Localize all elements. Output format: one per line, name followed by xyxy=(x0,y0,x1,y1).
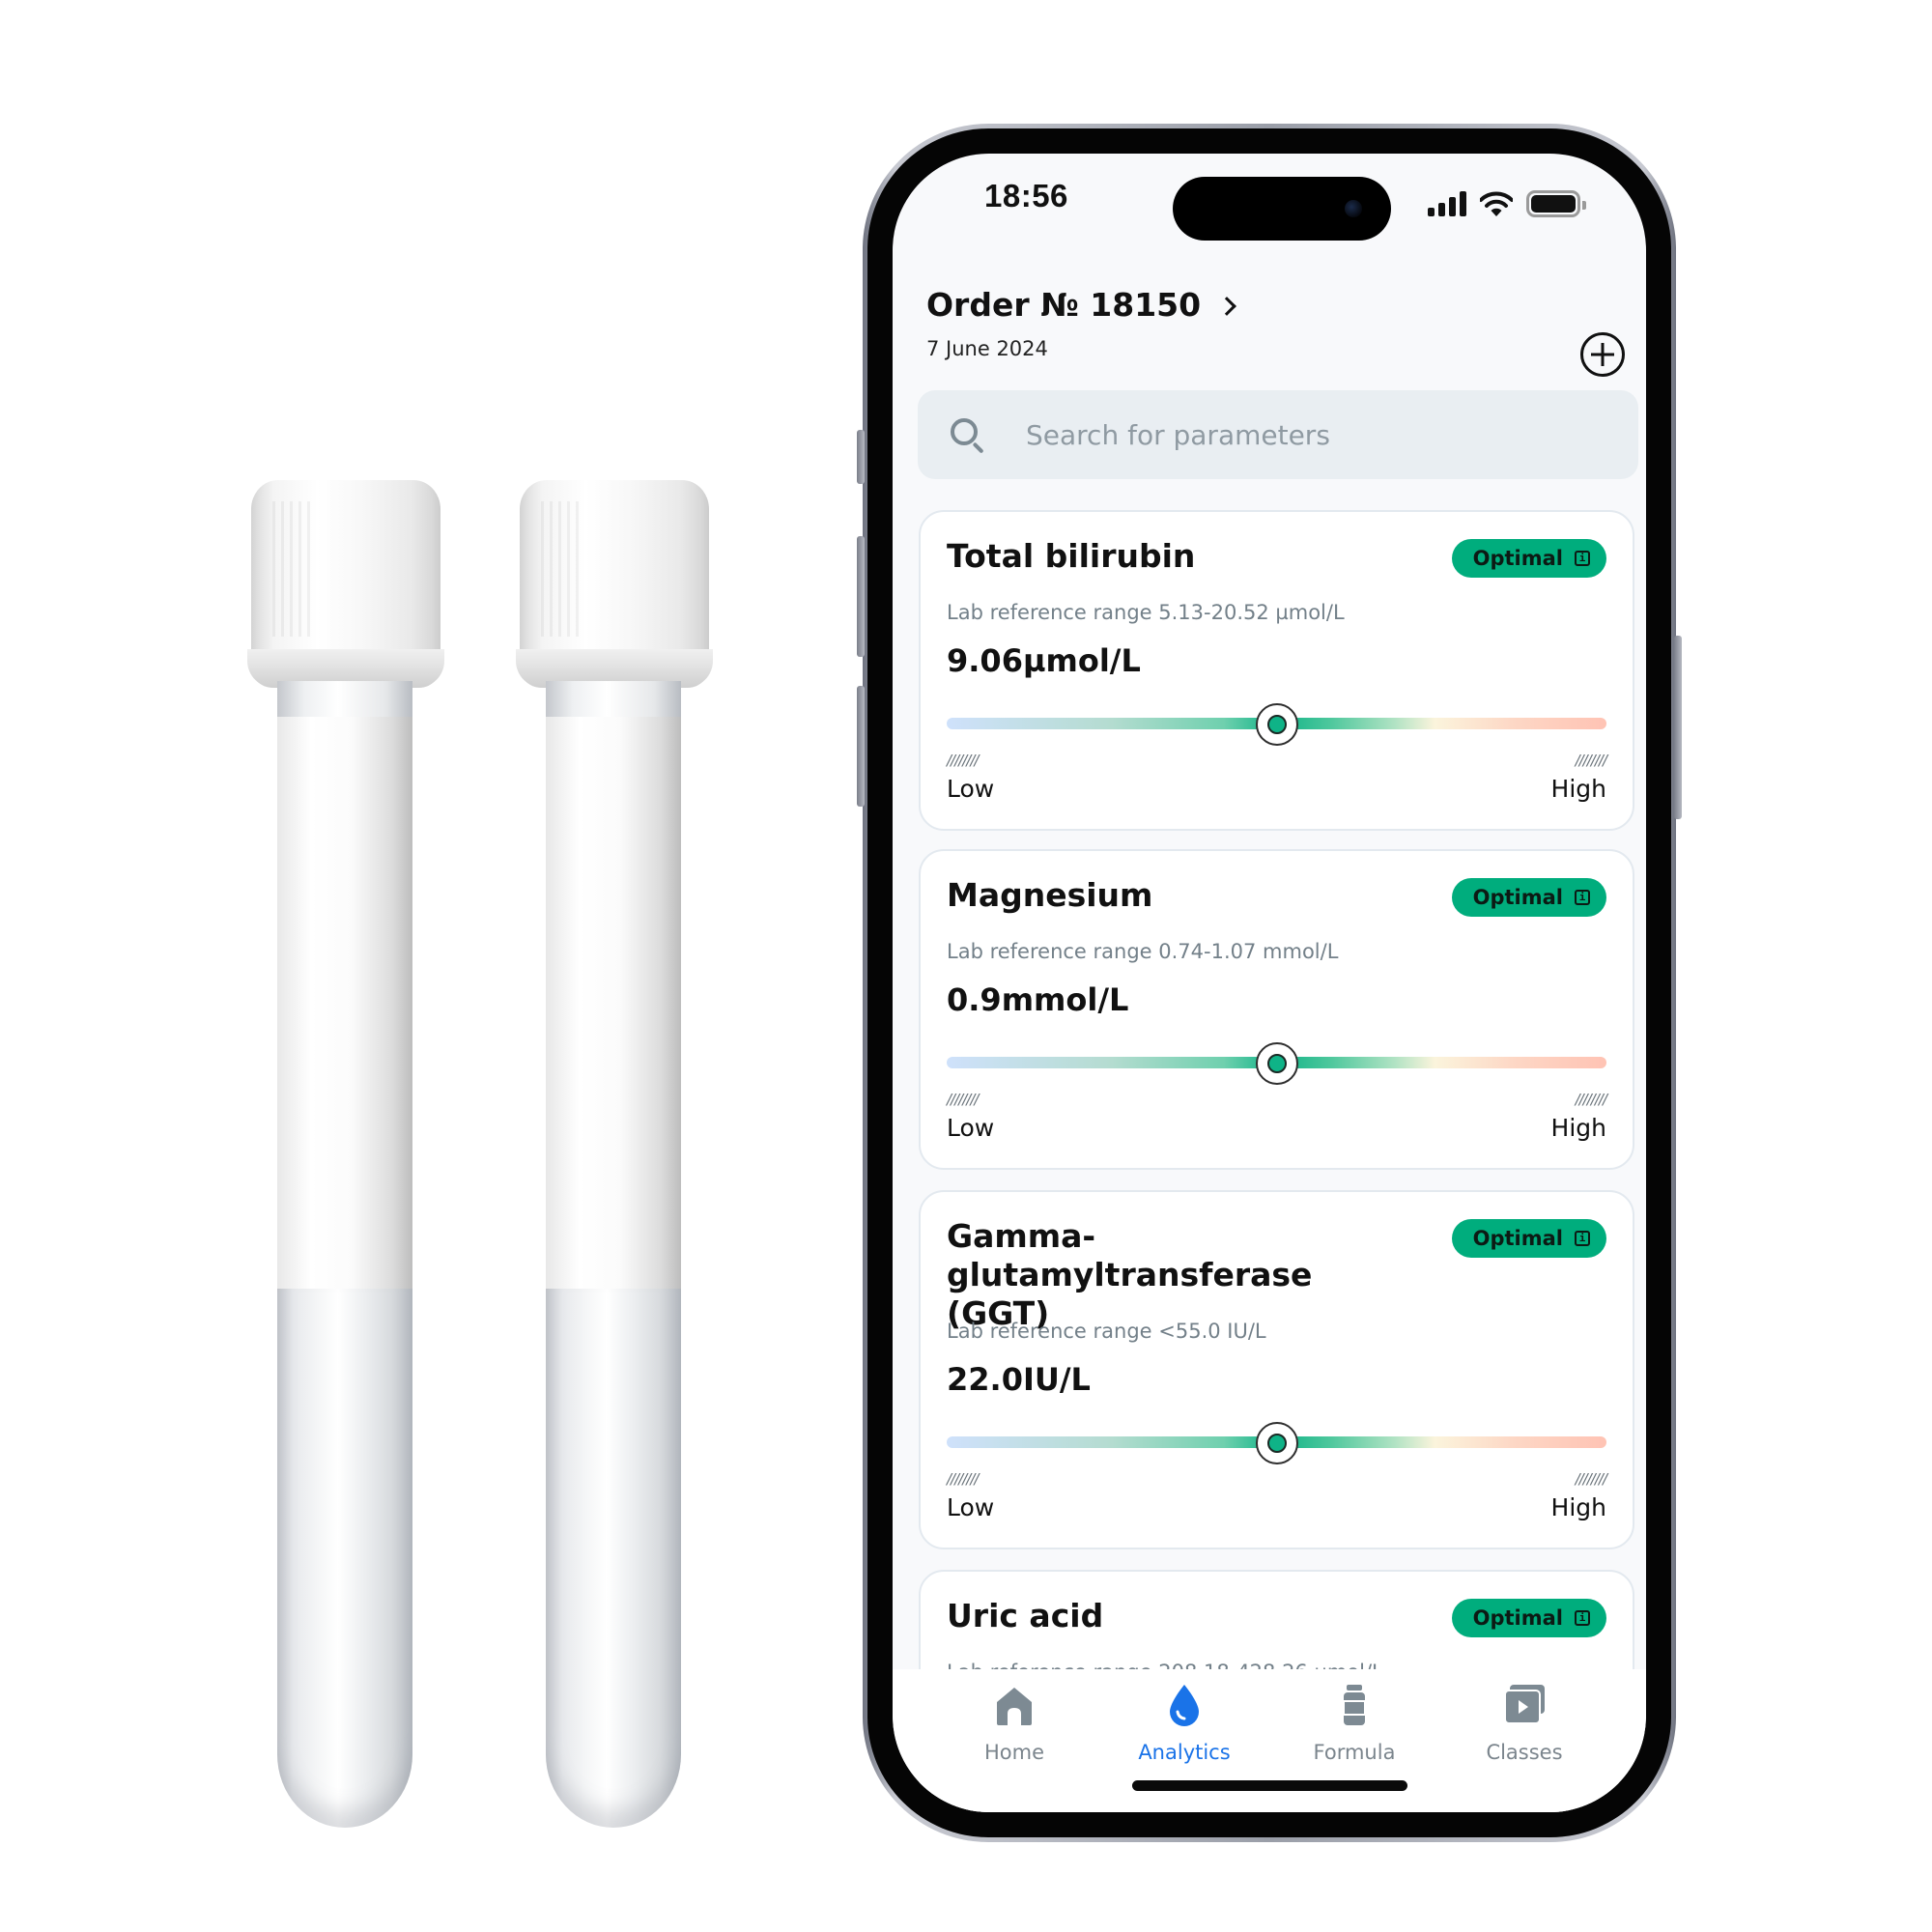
tube-label xyxy=(546,717,681,1289)
wifi-icon xyxy=(1480,191,1513,216)
order-title: Order № 18150 xyxy=(926,286,1202,324)
nav-label: Classes xyxy=(1486,1741,1563,1764)
nav-label: Analytics xyxy=(1138,1741,1231,1764)
nav-label: Formula xyxy=(1313,1741,1396,1764)
high-hatch: //////// xyxy=(1575,1091,1607,1108)
range-thumb[interactable] xyxy=(1255,1422,1298,1464)
tube-label xyxy=(277,717,412,1289)
drop-icon xyxy=(1170,1685,1199,1726)
test-tube-left xyxy=(247,480,444,1833)
action-button xyxy=(857,430,865,484)
status-badge[interactable]: Optimal i xyxy=(1451,1219,1606,1258)
nav-label: Home xyxy=(983,1741,1044,1764)
order-date: 7 June 2024 xyxy=(926,337,1048,360)
low-hatch: //////// xyxy=(947,1470,979,1488)
home-icon xyxy=(997,1688,1032,1725)
high-label: High xyxy=(1550,1114,1606,1142)
nav-item-classes[interactable]: Classes xyxy=(1452,1681,1597,1812)
low-hatch: //////// xyxy=(947,1091,979,1108)
range-thumb[interactable] xyxy=(1255,1042,1298,1085)
range-slider xyxy=(947,1422,1606,1464)
power-button xyxy=(1674,636,1682,819)
nav-item-formula[interactable]: Formula xyxy=(1282,1681,1427,1812)
status-badge[interactable]: Optimal i xyxy=(1451,539,1606,578)
tube-neck xyxy=(277,681,412,720)
status-badge[interactable]: Optimal i xyxy=(1451,878,1606,917)
range-slider xyxy=(947,703,1606,746)
info-icon: i xyxy=(1575,890,1590,905)
search-icon xyxy=(951,418,984,454)
parameter-name: Gamma-glutamyltransferase (GGT) xyxy=(947,1217,1313,1332)
parameter-value: 9.06µmol/L xyxy=(947,642,1141,679)
status-label: Optimal xyxy=(1472,886,1563,909)
search-input[interactable] xyxy=(1026,418,1509,451)
parameter-name: Uric acid xyxy=(947,1597,1104,1634)
parameter-name: Total bilirubin xyxy=(947,537,1196,575)
tube-cap xyxy=(516,480,713,688)
order-title-link[interactable]: Order № 18150 xyxy=(926,286,1236,324)
nav-item-home[interactable]: Home xyxy=(942,1681,1087,1812)
status-label: Optimal xyxy=(1472,547,1563,570)
status-label: Optimal xyxy=(1472,1606,1563,1630)
parameter-value: 0.9mmol/L xyxy=(947,981,1129,1018)
status-icons xyxy=(1428,190,1586,217)
reference-range: Lab reference range <55.0 IU/L xyxy=(947,1320,1266,1343)
tube-neck xyxy=(546,681,681,720)
parameter-card[interactable]: Gamma-glutamyltransferase (GGT) Optimal … xyxy=(919,1190,1634,1549)
info-icon: i xyxy=(1575,1231,1590,1246)
parameter-name: Magnesium xyxy=(947,876,1153,914)
cellular-signal-icon xyxy=(1428,191,1466,216)
reference-range: Lab reference range 0.74-1.07 mmol/L xyxy=(947,940,1339,963)
plus-circle-icon[interactable] xyxy=(1580,332,1625,377)
chevron-right-icon xyxy=(1217,296,1236,316)
low-label: Low xyxy=(947,1493,995,1521)
parameter-card[interactable]: Magnesium Optimal i Lab reference range … xyxy=(919,849,1634,1170)
order-header: Order № 18150 7 June 2024 xyxy=(926,286,1236,360)
phone-frame: 18:56 Order № 18150 7 June 2024 Search f… xyxy=(857,124,1682,1842)
camera-icon xyxy=(1345,200,1362,217)
status-badge[interactable]: Optimal i xyxy=(1451,1599,1606,1637)
tube-glass xyxy=(546,1289,681,1828)
status-time: 18:56 xyxy=(984,178,1068,213)
parameter-value: 22.0IU/L xyxy=(947,1361,1091,1398)
dynamic-island xyxy=(1173,177,1391,241)
search-bar[interactable] xyxy=(918,390,1638,479)
parameter-card[interactable]: Total bilirubin Optimal i Lab reference … xyxy=(919,510,1634,831)
app-screen: 18:56 Order № 18150 7 June 2024 Search f… xyxy=(893,154,1646,1812)
high-hatch: //////// xyxy=(1575,1470,1607,1488)
low-label: Low xyxy=(947,1114,995,1142)
reference-range: Lab reference range 5.13-20.52 µmol/L xyxy=(947,601,1345,624)
volume-up-button xyxy=(857,536,865,657)
bottle-icon xyxy=(1343,1685,1366,1725)
volume-down-button xyxy=(857,686,865,807)
info-icon: i xyxy=(1575,1610,1590,1626)
status-label: Optimal xyxy=(1472,1227,1563,1250)
range-slider xyxy=(947,1042,1606,1085)
high-label: High xyxy=(1550,775,1606,803)
video-classes-icon xyxy=(1504,1685,1545,1724)
tube-glass xyxy=(277,1289,412,1828)
low-hatch: //////// xyxy=(947,752,979,769)
low-label: Low xyxy=(947,775,995,803)
battery-full-icon xyxy=(1526,190,1586,217)
info-icon: i xyxy=(1575,551,1590,566)
test-tube-right xyxy=(516,480,713,1833)
high-hatch: //////// xyxy=(1575,752,1607,769)
tube-cap xyxy=(247,480,444,688)
high-label: High xyxy=(1550,1493,1606,1521)
range-thumb[interactable] xyxy=(1255,703,1298,746)
home-indicator[interactable] xyxy=(1132,1780,1407,1791)
nav-item-analytics[interactable]: Analytics xyxy=(1112,1681,1257,1812)
